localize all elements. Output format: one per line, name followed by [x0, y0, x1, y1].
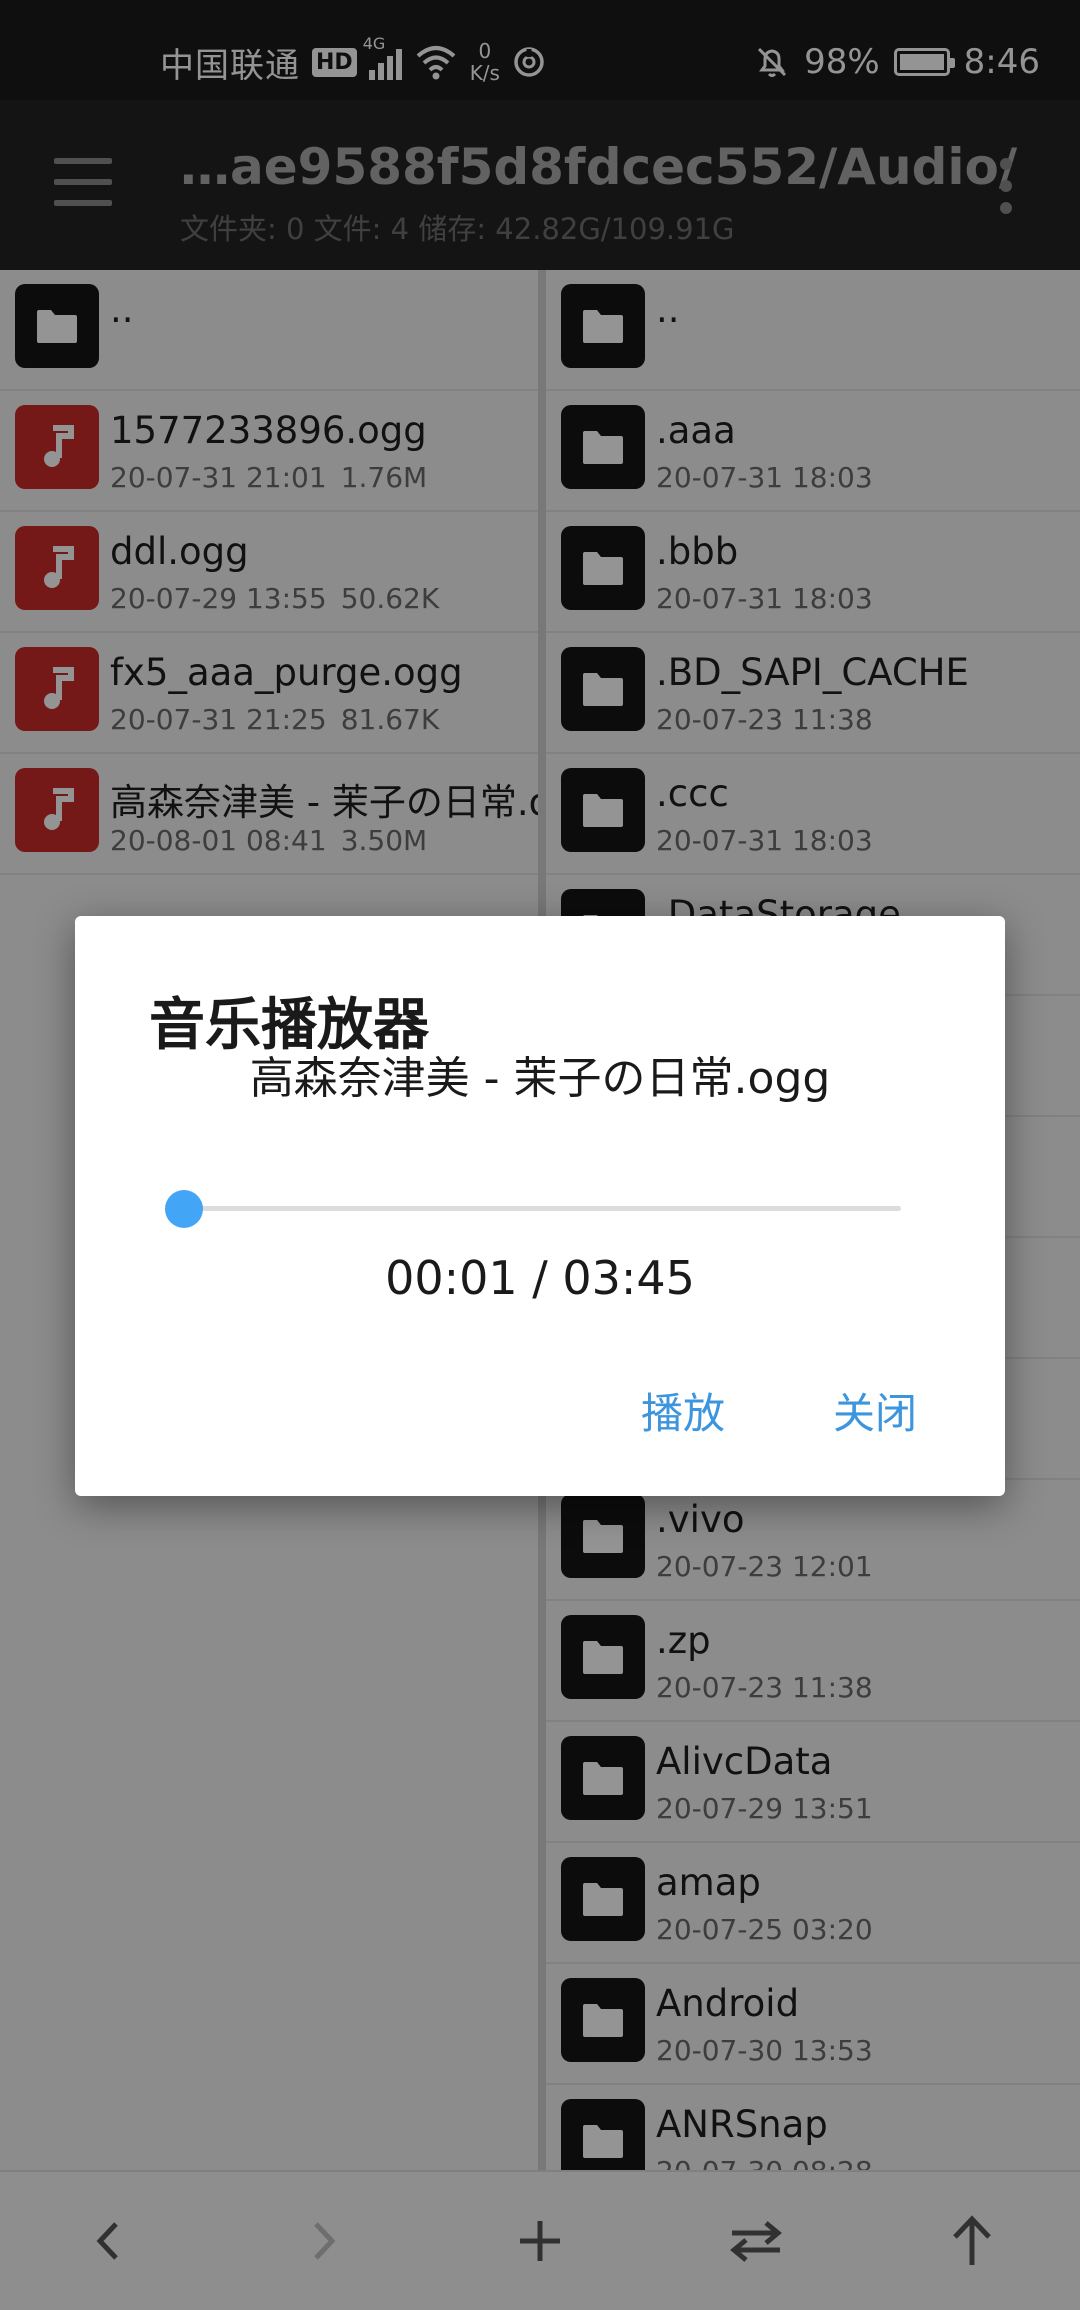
- play-button[interactable]: 播放: [629, 1372, 737, 1449]
- music-player-dialog: 音乐播放器 高森奈津美 - 茉子の日常.ogg 00:01 / 03:45 播放…: [75, 916, 1005, 1496]
- playback-time: 00:01 / 03:45: [385, 1251, 695, 1305]
- track-name: 高森奈津美 - 茉子の日常.ogg: [249, 1053, 831, 1104]
- close-button[interactable]: 关闭: [821, 1372, 929, 1449]
- seek-slider[interactable]: [165, 1188, 901, 1228]
- seek-thumb[interactable]: [165, 1190, 204, 1228]
